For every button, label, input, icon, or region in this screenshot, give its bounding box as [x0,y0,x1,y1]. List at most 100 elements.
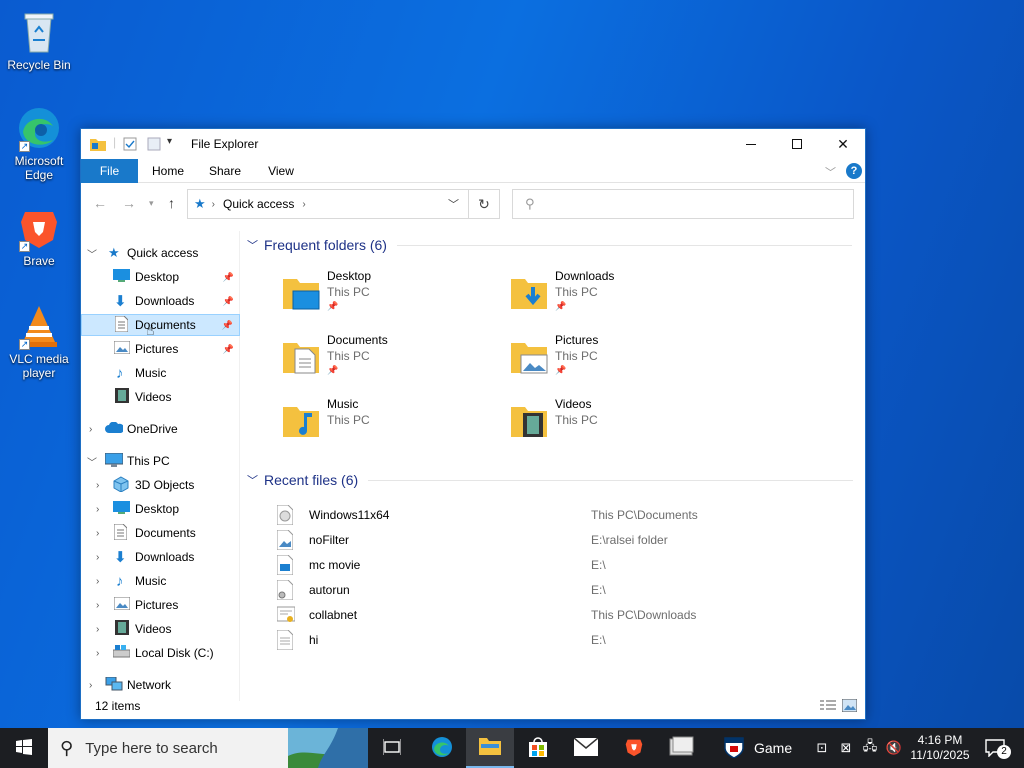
recent-file-row[interactable]: autorun E:\ [276,578,837,602]
nav-quick-videos[interactable]: Videos [81,386,240,408]
recent-file-row[interactable]: collabnet This PC\Downloads [276,603,837,627]
back-button[interactable]: ← [93,195,107,211]
action-center-button[interactable]: 2 [976,728,1016,768]
address-bar[interactable]: ★ › Quick access › ﹀ [187,189,500,219]
nav-pc-3d-objects[interactable]: › 3D Objects [81,474,240,496]
recent-file-row[interactable]: Windows11x64 This PC\Documents [276,503,837,527]
file-name: collabnet [309,608,358,622]
folder-tile-pictures[interactable]: Pictures This PC 📌 [509,333,719,389]
address-dropdown-icon[interactable]: ﹀ [448,196,459,212]
desktop-icon-recycle-bin[interactable]: Recycle Bin [1,8,77,72]
brave-icon: ↗ [15,204,63,252]
notification-count-badge: 2 [997,745,1011,759]
expand-chevron-icon[interactable]: › [89,680,92,691]
taskbar-store[interactable] [514,728,562,768]
collapse-chevron-icon[interactable]: ﹀ [247,237,258,253]
taskbar-game[interactable]: Game [710,728,810,768]
nav-label: Downloads [135,550,195,564]
expand-chevron-icon[interactable]: › [96,504,99,515]
expand-ribbon-icon[interactable]: ﹀ [825,164,836,180]
taskbar-edge[interactable] [418,728,466,768]
folder-name: Music [327,397,359,411]
security-icon: ⊠ [840,740,852,755]
nav-pc-local-disk[interactable]: › Local Disk (C:) [81,642,240,664]
folder-tile-desktop[interactable]: Desktop This PC 📌 [281,269,491,325]
collapse-chevron-icon[interactable]: ﹀ [87,454,97,469]
download-arrow-icon: ⬇ [114,549,127,566]
start-button[interactable] [0,728,48,768]
title-bar[interactable]: | ▾ File Explorer ✕ [81,129,865,159]
recent-file-row[interactable]: hi E:\ [276,628,837,652]
taskbar-app[interactable] [658,728,706,768]
section-title: Frequent folders (6) [264,237,387,253]
tab-home[interactable]: Home [143,159,193,183]
desktop-icon-edge[interactable]: ↗ Microsoft Edge [1,104,77,182]
folder-tile-downloads[interactable]: Downloads This PC 📌 [509,269,719,325]
nav-pc-documents[interactable]: › Documents [81,522,240,544]
large-icons-view-icon[interactable] [841,698,858,715]
desktop-icon-brave[interactable]: ↗ Brave [1,204,77,268]
nav-pc-music[interactable]: › ♪ Music [81,570,240,592]
nav-pc-desktop[interactable]: › Desktop [81,498,240,520]
taskbar-brave[interactable] [610,728,658,768]
expand-chevron-icon[interactable]: › [96,576,99,587]
recent-file-row[interactable]: mc movie E:\ [276,553,837,577]
expand-chevron-icon[interactable]: › [96,528,99,539]
properties-icon[interactable] [123,137,137,154]
help-icon[interactable]: ? [846,163,862,179]
nav-pc-downloads[interactable]: › ⬇ Downloads [81,546,240,568]
details-view-icon[interactable] [820,700,836,715]
close-button[interactable]: ✕ [820,129,866,159]
file-path: E:\ [591,583,606,597]
collapse-chevron-icon[interactable]: ﹀ [87,246,97,261]
forward-button[interactable]: → [122,195,136,211]
taskbar-search-box[interactable]: ⚲ Type here to search [48,728,368,768]
nav-pc-pictures[interactable]: › Pictures [81,594,240,616]
nav-quick-downloads[interactable]: ⬇ Downloads 📌 [81,290,240,312]
breadcrumb-chevron-icon[interactable]: › [302,199,305,210]
expand-chevron-icon[interactable]: › [96,600,99,611]
frequent-folders-header[interactable]: ﹀ Frequent folders (6) [247,237,852,253]
new-folder-icon[interactable] [147,137,161,154]
desktop-icon-vlc[interactable]: ↗ VLC media player [1,302,77,380]
recent-locations-icon[interactable]: ▾ [149,198,154,209]
taskbar-mail[interactable] [562,728,610,768]
refresh-icon: ↻ [478,195,490,212]
breadcrumb-quick-access[interactable]: Quick access [223,197,294,211]
nav-quick-music[interactable]: ♪ Music [81,362,240,384]
clock[interactable]: 4:16 PM 11/10/2025 [906,728,974,768]
tray-volume[interactable]: 🔇 [884,728,904,768]
expand-chevron-icon[interactable]: › [96,480,99,491]
tray-network[interactable]: 🖧 [860,728,880,768]
nav-quick-pictures[interactable]: Pictures 📌 [81,338,240,360]
quick-access-toolbar-dropdown-icon[interactable]: ▾ [167,136,172,147]
up-button[interactable]: ↑ [168,195,175,211]
task-view-button[interactable] [368,728,416,768]
nav-onedrive[interactable]: › OneDrive [81,418,240,440]
expand-chevron-icon[interactable]: › [89,424,92,435]
refresh-button[interactable]: ↻ [468,189,500,219]
maximize-button[interactable] [774,129,820,159]
recent-file-row[interactable]: noFilter E:\ralsei folder [276,528,837,552]
nav-pc-videos[interactable]: › Videos [81,618,240,640]
folder-tile-documents[interactable]: Documents This PC 📌 [281,333,491,389]
nav-quick-access[interactable]: ﹀ ★ Quick access [81,242,240,264]
recent-files-header[interactable]: ﹀ Recent files (6) [247,472,854,488]
tab-view[interactable]: View [257,159,305,183]
tray-security[interactable]: ⊠ [836,728,856,768]
search-box[interactable]: ⚲ [512,189,854,219]
tab-share[interactable]: Share [201,159,249,183]
taskbar-file-explorer[interactable] [466,728,514,768]
minimize-button[interactable] [728,129,774,159]
nav-quick-documents[interactable]: Documents 📌 ☝ [81,314,240,338]
expand-chevron-icon[interactable]: › [96,624,99,635]
nav-quick-desktop[interactable]: Desktop 📌 [81,266,240,288]
folder-tile-videos[interactable]: Videos This PC [509,397,719,453]
folder-tile-music[interactable]: Music This PC [281,397,491,453]
nav-this-pc[interactable]: ﹀ This PC [81,450,240,472]
tab-file[interactable]: File [81,159,138,183]
tray-meet-now[interactable]: ⊡ [812,728,832,768]
expand-chevron-icon[interactable]: › [96,552,99,563]
expand-chevron-icon[interactable]: › [96,648,99,659]
collapse-chevron-icon[interactable]: ﹀ [247,472,258,488]
